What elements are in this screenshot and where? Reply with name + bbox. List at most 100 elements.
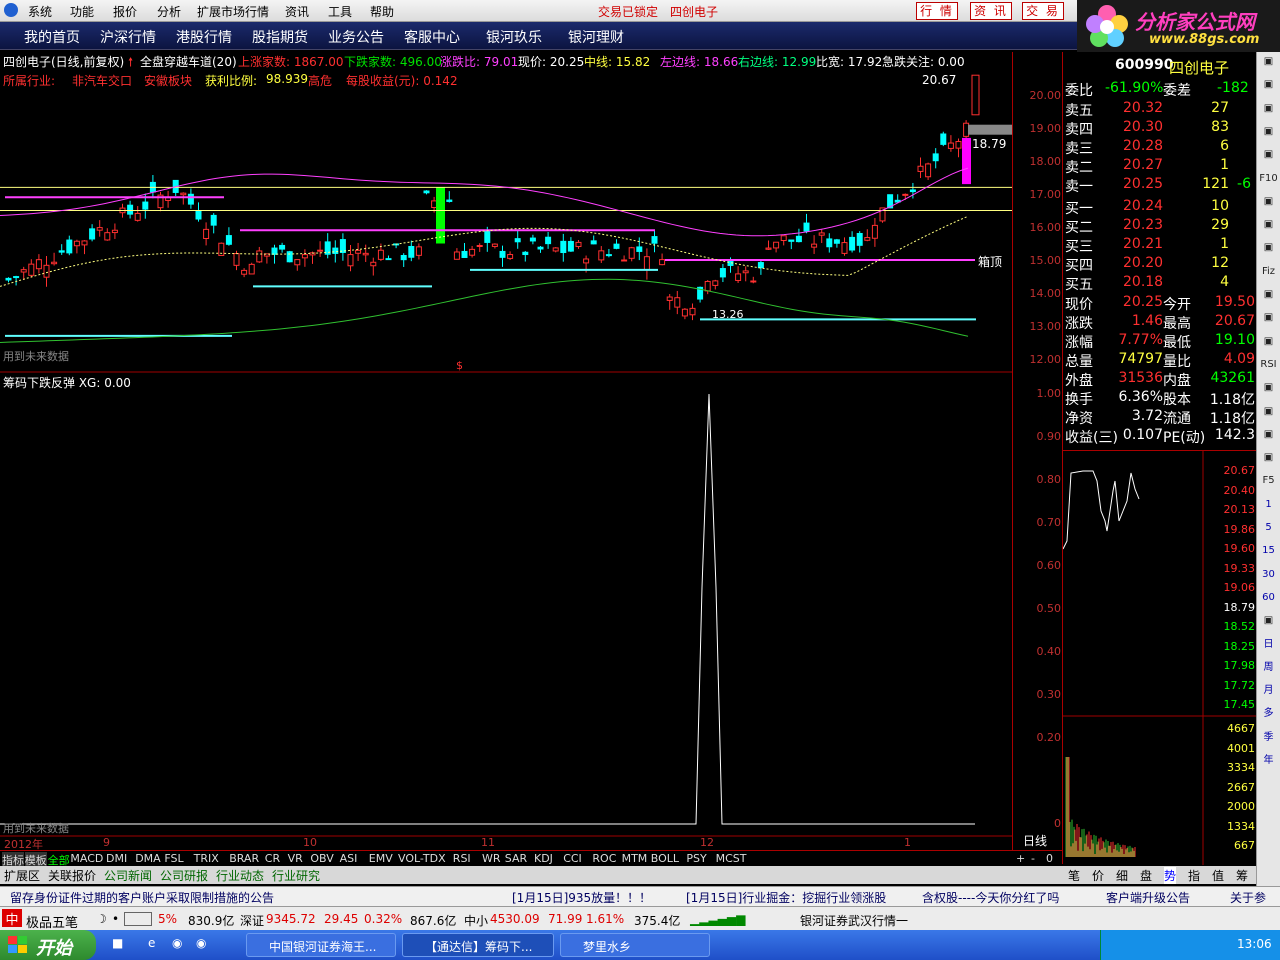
menu-tools[interactable]: 工具 [328,3,352,20]
quicklaunch-media-icon[interactable]: ◉ [172,936,182,950]
indicator-tab[interactable]: WR [482,852,501,865]
stat-row[interactable]: 净资 3.72 流通 1.18亿 [1065,408,1255,427]
toolbar-icon[interactable]: ▣ [1259,380,1278,396]
bid-row[interactable]: 买一 20.24 10 [1065,198,1255,217]
bid-row[interactable]: 买四 20.20 12 [1065,255,1255,274]
indicator-tab[interactable]: ROC [592,852,616,865]
news-item[interactable]: [1月15日]935放量！！！ [512,889,651,906]
task-tdx[interactable]: 【通达信】筹码下... [402,933,554,957]
news-item[interactable]: [1月15日]行业掘金：挖掘行业领涨股 [686,889,886,906]
stat-row[interactable]: 涨跌 1.46 最高 20.67 [1065,313,1255,332]
indicator-tab[interactable]: MCST [716,852,747,865]
kline-chart[interactable] [0,52,1012,852]
toolbar-icon[interactable]: ▣ [1259,334,1278,350]
indicator-tab[interactable]: BOLL [651,852,679,865]
toolbar-icon[interactable]: ▣ [1259,613,1278,629]
toolbar-icon[interactable]: ▣ [1259,147,1278,163]
news-item[interactable]: 留存身份证件过期的客户账户采取限制措施的公告 [10,889,274,906]
toolbar-icon[interactable]: ▣ [1259,310,1278,326]
indicator-tab[interactable]: MACD [70,852,103,865]
toolbar-icon[interactable]: ▣ [1259,404,1278,420]
quicklaunch-ie-icon[interactable]: e [148,936,155,950]
toolbar-icon[interactable]: ▣ [1259,77,1278,93]
stat-row[interactable]: 换手 6.36% 股本 1.18亿 [1065,389,1255,408]
extension-tab[interactable]: 公司研报 [160,867,208,884]
period-label[interactable]: 日线 [1023,832,1047,849]
news-item[interactable]: 关于参 [1230,889,1266,906]
indicator-tab[interactable]: DMI [106,852,127,865]
toolbar-icon[interactable]: 季 [1259,730,1278,746]
panel-tab[interactable]: 细 [1116,867,1128,884]
menu-function[interactable]: 功能 [70,3,94,20]
menu-help[interactable]: 帮助 [370,3,394,20]
toolbar-icon[interactable]: F10 [1259,171,1278,187]
quote-button[interactable]: 行 情 [916,2,958,20]
extension-tab[interactable]: 行业研究 [272,867,320,884]
stat-row[interactable]: 总量 74797 量比 4.09 [1065,351,1255,370]
indicator-tab[interactable]: RSI [453,852,471,865]
nav-yinhe-fun[interactable]: 银河玖乐 [486,27,542,47]
extension-tab[interactable]: 扩展区 [4,867,40,884]
stat-row[interactable]: 现价 20.25 今开 19.50 [1065,294,1255,313]
app-icon[interactable] [4,3,18,17]
toolbar-icon[interactable]: F5 [1259,473,1278,489]
indicator-tab[interactable]: KDJ [534,852,553,865]
quicklaunch-app-icon[interactable]: ◉ [196,936,206,950]
toolbar-icon[interactable]: 30 [1259,567,1278,583]
toolbar-icon[interactable]: 年 [1259,753,1278,769]
zoom-button[interactable]: - [1031,852,1035,865]
indicator-tab[interactable]: BRAR [229,852,259,865]
toolbar-icon[interactable]: 1 [1259,497,1278,513]
ask-row[interactable]: 卖四 20.30 83 [1065,119,1255,138]
zoom-button[interactable]: 0 [1046,852,1053,865]
broker-server[interactable]: 银河证券武汉行情一 [800,912,908,929]
panel-tab[interactable]: 筹 [1236,867,1248,884]
toolbar-icon[interactable]: 60 [1259,590,1278,606]
indicator-tab[interactable]: EMV [369,852,393,865]
news-item[interactable]: 客户端升级公告 [1106,889,1190,906]
ask-row[interactable]: 卖一 20.25 121 -6 [1065,176,1255,195]
extension-tab[interactable]: 关联报价 [48,867,96,884]
nav-service[interactable]: 客服中心 [404,27,460,47]
indicator-tab[interactable]: VOL-TDX [398,852,446,865]
indicator-tab[interactable]: SAR [505,852,527,865]
keyboard-icon[interactable] [124,912,152,926]
bid-row[interactable]: 买三 20.21 1 [1065,236,1255,255]
menu-ext-market[interactable]: 扩展市场行情 [197,3,269,20]
toolbar-icon[interactable]: 15 [1259,543,1278,559]
toolbar-icon[interactable]: 日 [1259,637,1278,653]
menu-info[interactable]: 资讯 [285,3,309,20]
toolbar-icon[interactable]: ▣ [1259,124,1278,140]
panel-tab[interactable]: 盘 [1140,867,1152,884]
toolbar-icon[interactable]: RSI [1259,357,1278,373]
toolbar-icon[interactable]: ▣ [1259,101,1278,117]
nav-hk[interactable]: 港股行情 [176,27,232,47]
indicator-tab[interactable]: CR [265,852,280,865]
menu-analysis[interactable]: 分析 [157,3,181,20]
menu-system[interactable]: 系统 [28,3,52,20]
nav-futures[interactable]: 股指期货 [252,27,308,47]
industry-1[interactable]: 非汽车交口 [72,72,132,89]
task-folder[interactable]: 梦里水乡 [560,933,710,957]
toolbar-icon[interactable]: ▣ [1259,217,1278,233]
toolbar-icon[interactable]: ▣ [1259,450,1278,466]
indicator-tab[interactable]: OBV [310,852,333,865]
indicator-tab[interactable]: TRIX [194,852,219,865]
indicator-tab[interactable]: VR [288,852,303,865]
toolbar-icon[interactable]: ▣ [1259,240,1278,256]
panel-tab[interactable]: 值 [1212,867,1224,884]
indicator-tab[interactable]: FSL [164,852,183,865]
indicator-tab[interactable]: DMA [135,852,161,865]
menu-quote[interactable]: 报价 [113,3,137,20]
toolbar-icon[interactable]: 月 [1259,683,1278,699]
nav-yinhe-finance[interactable]: 银河理财 [568,27,624,47]
panel-tab[interactable]: 笔 [1068,867,1080,884]
panel-tab[interactable]: 价 [1092,867,1104,884]
indicator-tab[interactable]: ASI [340,852,358,865]
trade-button[interactable]: 交 易 [1022,2,1064,20]
toolbar-icon[interactable]: ▣ [1259,194,1278,210]
bid-row[interactable]: 买五 20.18 4 [1065,274,1255,293]
indicator-tab[interactable]: PSY [686,852,706,865]
indicator-tab[interactable]: CCI [563,852,582,865]
industry-2[interactable]: 安徽板块 [144,72,192,89]
